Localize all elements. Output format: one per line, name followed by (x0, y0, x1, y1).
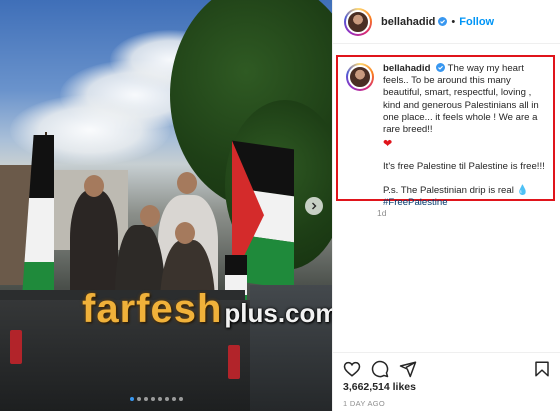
carousel-dot (137, 397, 141, 401)
carousel-dot (172, 397, 176, 401)
watermark-main: farfesh (82, 287, 223, 331)
follow-button[interactable]: Follow (459, 16, 494, 28)
likes-count[interactable]: 3,662,514 likes (343, 381, 416, 393)
avatar[interactable] (344, 7, 372, 36)
person-head (84, 175, 104, 197)
caption-highlight: bellahadid The way my heart feels.. To b… (336, 55, 555, 208)
carousel-dot (151, 397, 155, 401)
person-head (140, 205, 160, 227)
bookmark-icon[interactable] (533, 360, 551, 378)
hashtag-link[interactable]: #FreePalestine (383, 197, 448, 208)
post-sidebar: bellahadid • Follow bellahadid The way m… (332, 0, 560, 411)
carousel-dot (165, 397, 169, 401)
next-photo-button[interactable] (305, 197, 323, 215)
taillight (228, 345, 240, 379)
caption-timestamp: 1d (377, 208, 387, 218)
verified-badge-icon (436, 63, 446, 72)
post-photo[interactable]: farfesh plus.com (0, 0, 332, 411)
action-bar (333, 352, 560, 378)
person-head (175, 222, 195, 244)
carousel-dot (179, 397, 183, 401)
avatar[interactable] (346, 63, 374, 91)
carousel-dot (144, 397, 148, 401)
caption-line: P.s. The Palestinian drip is real (383, 184, 514, 196)
caption-line: It's free Palestine til Palestine is fre… (383, 161, 545, 173)
post-date: 1 DAY AGO (343, 399, 386, 408)
heart-icon[interactable] (343, 360, 361, 378)
droplet-emoji-icon: 💧 (516, 184, 529, 196)
taillight (10, 330, 22, 364)
chevron-right-icon (312, 202, 317, 210)
watermark-sub: plus.com (224, 298, 332, 328)
comment-icon[interactable] (371, 360, 389, 378)
verified-badge-icon (438, 16, 448, 26)
carousel-dot (158, 397, 162, 401)
carousel-dots (130, 397, 183, 401)
share-icon[interactable] (399, 360, 417, 378)
person-head (177, 172, 197, 194)
header-separator: • (451, 15, 456, 28)
watermark: farfesh plus.com (82, 287, 332, 332)
post-header: bellahadid • Follow (333, 0, 560, 44)
caption: bellahadid The way my heart feels.. To b… (383, 63, 547, 208)
heart-emoji-icon: ❤ (383, 138, 393, 151)
header-username[interactable]: bellahadid (381, 16, 448, 28)
caption-username[interactable]: bellahadid (383, 63, 430, 74)
carousel-dot (130, 397, 134, 401)
